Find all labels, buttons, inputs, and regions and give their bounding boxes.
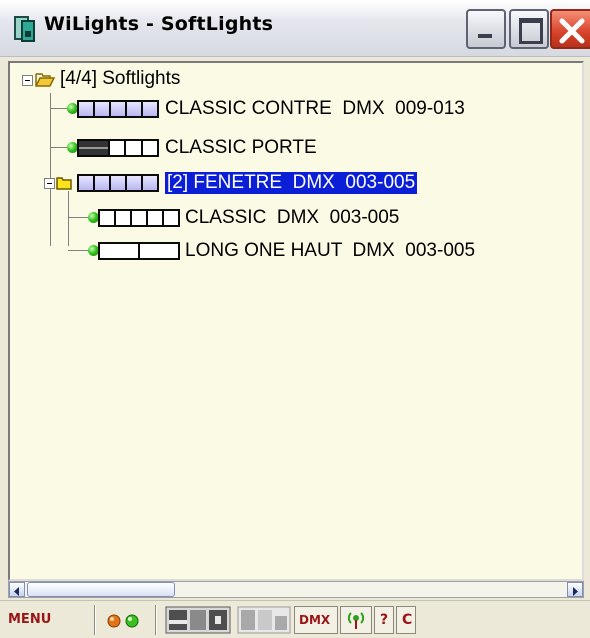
close-button[interactable] <box>550 9 590 49</box>
root-label: [4/4] Softlights <box>60 68 181 89</box>
close-icon <box>559 18 585 44</box>
channel-bar <box>77 139 159 157</box>
app-icon <box>14 16 35 42</box>
tree-item[interactable]: CLASSIC PORTE <box>67 137 567 159</box>
layout-icon-1[interactable] <box>165 606 231 634</box>
antenna-icon <box>347 612 365 629</box>
separator <box>155 605 157 635</box>
window-title: WiLights - SoftLights <box>44 13 274 35</box>
tree-line <box>68 217 88 218</box>
tree-line <box>50 147 67 148</box>
scroll-thumb[interactable] <box>27 582 175 597</box>
tree-line <box>50 93 51 246</box>
tree-node-root[interactable]: [4/4] Softlights <box>22 68 322 91</box>
separator <box>94 605 96 635</box>
menu-button[interactable]: MENU <box>8 612 51 627</box>
folder-icon <box>56 177 72 190</box>
tree-group-node[interactable]: [2] FENETRE DMX 003-005 <box>44 172 564 194</box>
open-folder-icon <box>35 73 55 87</box>
channel-bar <box>98 242 180 260</box>
channel-bar <box>98 209 180 227</box>
arrow-right-icon <box>573 587 578 596</box>
help-label: ? <box>380 612 389 628</box>
tree-line <box>50 108 67 109</box>
dmx-button[interactable]: DMX <box>294 606 338 634</box>
minimize-button[interactable] <box>466 9 506 49</box>
horizontal-scrollbar[interactable] <box>8 581 584 598</box>
item-label: CLASSIC PORTE <box>165 137 317 158</box>
item-label: CLASSIC CONTRE DMX 009-013 <box>165 98 465 119</box>
help-button[interactable]: ? <box>374 606 394 634</box>
dmx-label: DMX <box>299 613 331 627</box>
tree-item[interactable]: CLASSIC DMX 003-005 <box>88 207 568 229</box>
channel-bar <box>77 100 159 118</box>
app-window: WiLights - SoftLights [4/4] Softlights C… <box>0 0 590 638</box>
tree-item[interactable]: CLASSIC CONTRE DMX 009-013 <box>67 98 567 120</box>
c-label: C <box>402 612 413 628</box>
item-label: LONG ONE HAUT DMX 003-005 <box>185 240 476 261</box>
scroll-left-button[interactable] <box>9 582 25 597</box>
item-label: CLASSIC DMX 003-005 <box>185 207 400 228</box>
status-bar: MENU DMX ? C <box>0 600 590 638</box>
title-bar[interactable]: WiLights - SoftLights <box>0 0 590 57</box>
tree-item[interactable]: LONG ONE HAUT DMX 003-005 <box>88 240 578 262</box>
status-leds-icon[interactable] <box>106 613 144 629</box>
layout-icon-2[interactable] <box>237 606 291 634</box>
maximize-button[interactable] <box>509 9 549 49</box>
tree-line <box>68 191 69 246</box>
item-label-selected: [2] FENETRE DMX 003-005 <box>165 172 418 194</box>
wireless-button[interactable] <box>340 606 372 634</box>
collapse-toggle[interactable] <box>22 75 33 86</box>
c-button[interactable]: C <box>396 606 416 634</box>
scroll-right-button[interactable] <box>567 582 583 597</box>
channel-bar <box>77 174 159 192</box>
device-tree[interactable]: [4/4] Softlights CLASSIC CONTRE DMX 009-… <box>8 61 584 581</box>
tree-line <box>68 250 88 251</box>
collapse-toggle[interactable] <box>44 178 55 189</box>
arrow-left-icon <box>14 587 19 596</box>
